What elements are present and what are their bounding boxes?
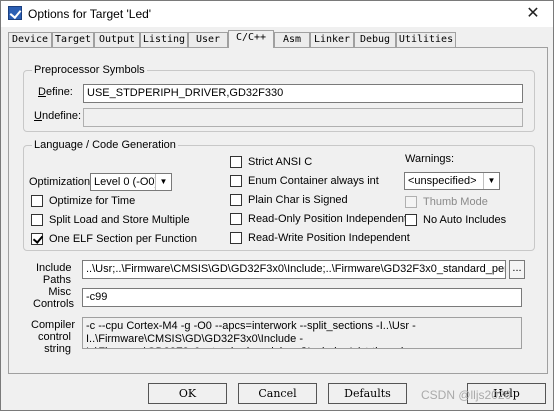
define-label-accel: D <box>38 86 46 98</box>
one-elf-box <box>31 233 43 245</box>
rw-pi-box <box>230 232 242 244</box>
warnings-label: Warnings: <box>405 153 455 165</box>
c-cpp-panel: Preprocessor Symbols Define: USE_STDPERI… <box>8 47 548 374</box>
optimization-label: Optimization: <box>29 176 94 188</box>
warnings-select[interactable]: <unspecified> ▼ <box>404 172 500 190</box>
preprocessor-group: Preprocessor Symbols Define: USE_STDPERI… <box>23 64 535 132</box>
ok-button[interactable]: OK <box>148 383 227 404</box>
tab-listing[interactable]: Listing <box>140 32 188 47</box>
define-label-post: efine: <box>45 86 73 98</box>
close-button[interactable]: ✕ <box>521 4 545 24</box>
enum-container-label: Enum Container always int <box>248 175 379 187</box>
title-bar: Options for Target 'Led' ✕ <box>1 1 553 27</box>
tab-device[interactable]: Device <box>8 32 52 47</box>
thumb-mode-checkbox[interactable]: Thumb Mode <box>405 196 488 208</box>
misc-controls-field[interactable]: -c99 <box>82 288 522 307</box>
optimize-time-checkbox[interactable]: Optimize for Time <box>31 195 135 207</box>
rw-pi-checkbox[interactable]: Read-Write Position Independent <box>230 232 410 244</box>
optimize-time-box <box>31 195 43 207</box>
tab-asm[interactable]: Asm <box>274 32 310 47</box>
tab-output[interactable]: Output <box>94 32 140 47</box>
undefine-field[interactable] <box>83 108 523 127</box>
plain-char-label: Plain Char is Signed <box>248 194 348 206</box>
optimize-time-label: Optimize for Time <box>49 195 136 207</box>
include-label-line2: Paths <box>42 274 71 286</box>
misc-controls-label: Misc Controls <box>33 286 74 310</box>
compiler-string-field[interactable]: -c --cpu Cortex-M4 -g -O0 --apcs=interwo… <box>82 317 522 349</box>
split-load-label: Split Load and Store Multiple <box>49 214 190 226</box>
tab-target[interactable]: Target <box>52 32 94 47</box>
tab-c-cpp[interactable]: C/C++ <box>228 30 274 48</box>
warnings-value: <unspecified> <box>408 175 477 187</box>
thumb-mode-label: Thumb Mode <box>423 196 488 208</box>
enum-container-box <box>230 175 242 187</box>
tab-user[interactable]: User <box>188 32 228 47</box>
misc-label-line1: Misc <box>48 286 71 298</box>
tab-debug[interactable]: Debug <box>354 32 396 47</box>
compiler-string-label: Compiler control string <box>31 319 76 355</box>
no-auto-includes-checkbox[interactable]: No Auto Includes <box>405 214 506 226</box>
include-paths-field[interactable]: ..\Usr;..\Firmware\CMSIS\GD\GD32F3x0\Inc… <box>82 260 506 279</box>
language-group: Language / Code Generation Optimization:… <box>23 139 535 251</box>
include-paths-browse-button[interactable]: ... <box>509 260 525 279</box>
define-label: Define: <box>38 86 73 98</box>
plain-char-checkbox[interactable]: Plain Char is Signed <box>230 194 348 206</box>
cancel-button[interactable]: Cancel <box>238 383 317 404</box>
window-title: Options for Target 'Led' <box>28 7 152 21</box>
chevron-down-icon: ▼ <box>483 173 499 189</box>
ro-pi-box <box>230 213 242 225</box>
tab-strip: Device Target Output Listing User C/C++ … <box>8 30 548 48</box>
strict-ansi-box <box>230 156 242 168</box>
compiler-label-line2: control <box>37 331 71 343</box>
keil-app-icon <box>8 6 22 20</box>
include-paths-label: Include Paths <box>36 262 71 286</box>
undefine-label-post: ndefine: <box>41 110 82 122</box>
tab-linker[interactable]: Linker <box>310 32 354 47</box>
strict-ansi-label: Strict ANSI C <box>248 156 313 168</box>
ro-pi-checkbox[interactable]: Read-Only Position Independent <box>230 213 407 225</box>
tab-utilities[interactable]: Utilities <box>396 32 456 47</box>
include-label-line1: Include <box>36 262 72 274</box>
misc-label-line2: Controls <box>33 298 74 310</box>
preprocessor-group-title: Preprocessor Symbols <box>32 64 147 76</box>
no-auto-includes-label: No Auto Includes <box>423 214 507 226</box>
compiler-label-line1: Compiler <box>31 319 76 331</box>
thumb-mode-box <box>405 196 417 208</box>
define-field[interactable]: USE_STDPERIPH_DRIVER,GD32F330 <box>83 84 523 103</box>
compiler-label-line3: string <box>44 343 71 355</box>
defaults-button[interactable]: Defaults <box>328 383 407 404</box>
chevron-down-icon: ▼ <box>155 174 171 190</box>
ro-pi-label: Read-Only Position Independent <box>248 213 407 225</box>
strict-ansi-checkbox[interactable]: Strict ANSI C <box>230 156 312 168</box>
csdn-watermark: CSDN @lljs2020 <box>421 388 512 402</box>
optimization-select[interactable]: Level 0 (-O0) ▼ <box>90 173 172 191</box>
one-elf-checkbox[interactable]: One ELF Section per Function <box>31 233 197 245</box>
options-dialog: Options for Target 'Led' ✕ Device Target… <box>0 0 554 411</box>
language-group-title: Language / Code Generation <box>32 139 178 151</box>
undefine-label: Undefine: <box>34 110 81 122</box>
split-load-box <box>31 214 43 226</box>
undefine-label-accel: U <box>34 110 42 122</box>
one-elf-label: One ELF Section per Function <box>49 233 197 245</box>
enum-container-checkbox[interactable]: Enum Container always int <box>230 175 379 187</box>
optimization-value: Level 0 (-O0) <box>94 176 159 188</box>
split-load-checkbox[interactable]: Split Load and Store Multiple <box>31 214 190 226</box>
no-auto-includes-box <box>405 214 417 226</box>
plain-char-box <box>230 194 242 206</box>
rw-pi-label: Read-Write Position Independent <box>248 232 410 244</box>
